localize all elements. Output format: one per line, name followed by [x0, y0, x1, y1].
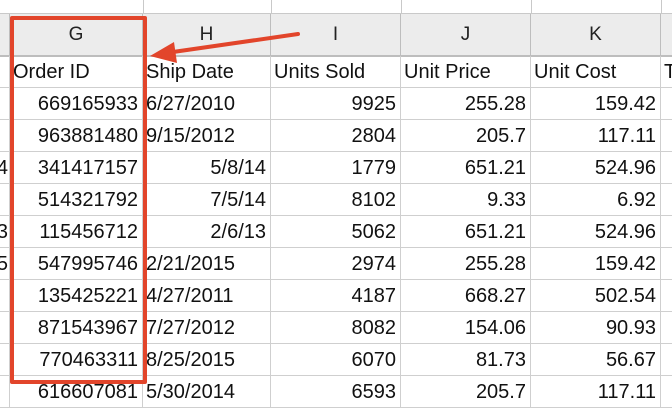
cell-units-sold[interactable]: 2804: [271, 120, 401, 152]
cell-partial[interactable]: [661, 248, 672, 280]
cell-unit-price[interactable]: 9.33: [401, 184, 531, 216]
cell-unit-price[interactable]: 205.7: [401, 120, 531, 152]
header-unit-cost[interactable]: Unit Cost: [531, 56, 661, 88]
left-fragment-cell[interactable]: [0, 56, 10, 88]
cell-ship-date[interactable]: 7/27/2012: [143, 312, 271, 344]
cell-partial[interactable]: [661, 312, 672, 344]
header-ship-date[interactable]: Ship Date: [143, 56, 271, 88]
left-fragment-cell[interactable]: [0, 120, 10, 152]
cell-unit-cost[interactable]: 524.96: [531, 216, 661, 248]
cell-partial[interactable]: [661, 184, 672, 216]
header-units-sold[interactable]: Units Sold: [271, 56, 401, 88]
column-header-g[interactable]: G: [10, 14, 143, 56]
cell-partial[interactable]: [661, 280, 672, 312]
cell-order-id[interactable]: 115456712: [10, 216, 143, 248]
cell-unit-cost[interactable]: 56.67: [531, 344, 661, 376]
cell-unit-price[interactable]: 205.7: [401, 376, 531, 408]
left-fragment-cell[interactable]: [0, 344, 10, 376]
cell-unit-price[interactable]: 668.27: [401, 280, 531, 312]
left-fragment-cell[interactable]: 3: [0, 216, 10, 248]
cell-units-sold[interactable]: 2974: [271, 248, 401, 280]
cell-order-id[interactable]: 341417157: [10, 152, 143, 184]
cell-ship-date[interactable]: 9/15/2012: [143, 120, 271, 152]
cell-ship-date[interactable]: 8/25/2015: [143, 344, 271, 376]
cell-unit-cost[interactable]: 6.92: [531, 184, 661, 216]
cell-order-id[interactable]: 770463311: [10, 344, 143, 376]
left-fragment-cell[interactable]: [0, 184, 10, 216]
cell-units-sold[interactable]: 6593: [271, 376, 401, 408]
cell-unit-cost[interactable]: 159.42: [531, 88, 661, 120]
spreadsheet-grid: G H I J K Order ID Ship Date Units Sold …: [0, 0, 672, 412]
cell-unit-cost[interactable]: 90.93: [531, 312, 661, 344]
cell-ship-date[interactable]: 7/5/14: [143, 184, 271, 216]
cell-order-id[interactable]: 135425221: [10, 280, 143, 312]
header-partial[interactable]: T: [661, 56, 672, 88]
column-header-i[interactable]: I: [271, 14, 401, 56]
left-fragment-cell[interactable]: [0, 88, 10, 120]
cell-units-sold[interactable]: 5062: [271, 216, 401, 248]
cell-unit-price[interactable]: 255.28: [401, 88, 531, 120]
cell-partial[interactable]: [661, 88, 672, 120]
cell-ship-date[interactable]: 2/21/2015: [143, 248, 271, 280]
cell-order-id[interactable]: 514321792: [10, 184, 143, 216]
cell-unit-cost[interactable]: 502.54: [531, 280, 661, 312]
cell-partial[interactable]: [661, 152, 672, 184]
cell-partial[interactable]: [661, 216, 672, 248]
column-header-f-partial[interactable]: [0, 14, 10, 56]
cell-order-id[interactable]: 616607081: [10, 376, 143, 408]
cell-ship-date[interactable]: 2/6/13: [143, 216, 271, 248]
cell-unit-cost[interactable]: 159.42: [531, 248, 661, 280]
left-fragment-cell[interactable]: 4: [0, 152, 10, 184]
column-header-l-partial[interactable]: [661, 14, 672, 56]
column-header-h[interactable]: H: [143, 14, 271, 56]
cell-units-sold[interactable]: 6070: [271, 344, 401, 376]
cell-order-id[interactable]: 547995746: [10, 248, 143, 280]
left-fragment-cell[interactable]: 5: [0, 248, 10, 280]
cell-unit-cost[interactable]: 524.96: [531, 152, 661, 184]
cell-units-sold[interactable]: 9925: [271, 88, 401, 120]
cell-units-sold[interactable]: 8082: [271, 312, 401, 344]
column-header-j[interactable]: J: [401, 14, 531, 56]
left-fragment-cell[interactable]: [0, 376, 10, 408]
left-fragment-cell[interactable]: [0, 312, 10, 344]
cell-order-id[interactable]: 871543967: [10, 312, 143, 344]
cell-partial[interactable]: [661, 120, 672, 152]
cell-ship-date[interactable]: 4/27/2011: [143, 280, 271, 312]
cell-order-id[interactable]: 963881480: [10, 120, 143, 152]
column-header-k[interactable]: K: [531, 14, 661, 56]
cell-unit-price[interactable]: 154.06: [401, 312, 531, 344]
cell-unit-cost[interactable]: 117.11: [531, 120, 661, 152]
cell-ship-date[interactable]: 5/8/14: [143, 152, 271, 184]
cell-unit-price[interactable]: 255.28: [401, 248, 531, 280]
cell-unit-price[interactable]: 651.21: [401, 152, 531, 184]
cell-ship-date[interactable]: 6/27/2010: [143, 88, 271, 120]
cell-ship-date[interactable]: 5/30/2014: [143, 376, 271, 408]
cell-unit-cost[interactable]: 117.11: [531, 376, 661, 408]
cell-units-sold[interactable]: 4187: [271, 280, 401, 312]
cell-partial[interactable]: [661, 344, 672, 376]
cell-units-sold[interactable]: 8102: [271, 184, 401, 216]
cell-units-sold[interactable]: 1779: [271, 152, 401, 184]
cell-unit-price[interactable]: 651.21: [401, 216, 531, 248]
header-unit-price[interactable]: Unit Price: [401, 56, 531, 88]
left-fragment-cell[interactable]: [0, 280, 10, 312]
cell-partial[interactable]: [661, 376, 672, 408]
cell-order-id[interactable]: 669165933: [10, 88, 143, 120]
cell-unit-price[interactable]: 81.73: [401, 344, 531, 376]
header-order-id[interactable]: Order ID: [10, 56, 143, 88]
